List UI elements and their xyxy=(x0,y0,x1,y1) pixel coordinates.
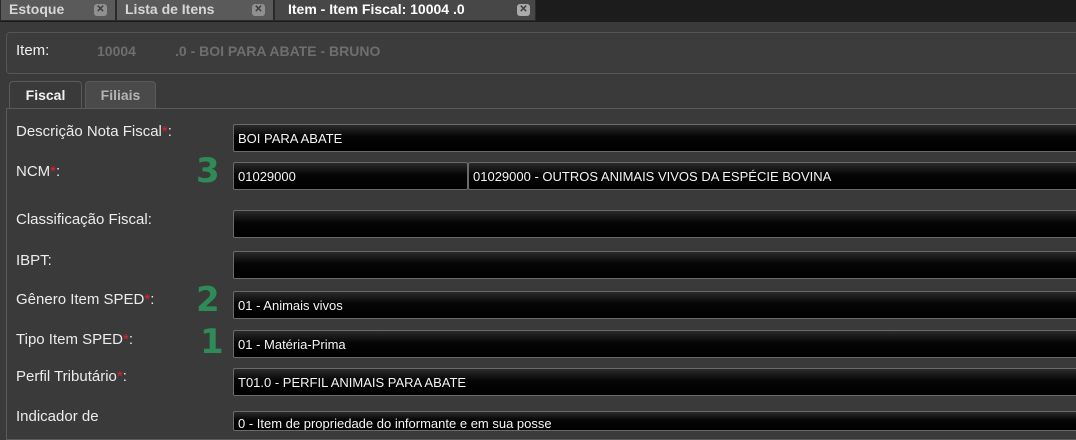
ncm-description-input[interactable]: 01029000 - OUTROS ANIMAIS VIVOS DA ESPÉC… xyxy=(468,162,1076,190)
tab-estoque[interactable]: Estoque ✕ xyxy=(0,0,116,21)
annotation-1: 1 xyxy=(200,322,224,362)
item-code: 10004 xyxy=(97,43,136,59)
ibpt-input[interactable] xyxy=(233,251,1076,279)
genero-item-sped-label: Gênero Item SPED*: xyxy=(16,291,155,308)
annotation-3: 3 xyxy=(196,151,220,191)
item-description: .0 - BOI PARA ABATE - BRUNO xyxy=(175,43,381,59)
classificacao-fiscal-input[interactable] xyxy=(233,210,1076,238)
close-icon[interactable]: ✕ xyxy=(94,4,107,16)
perfil-tributario-select[interactable]: T01.0 - PERFIL ANIMAIS PARA ABATE xyxy=(233,368,1076,396)
indicador-label: Indicador de xyxy=(16,408,99,425)
tab-filiais[interactable]: Filiais xyxy=(85,81,156,109)
genero-item-sped-select[interactable]: 01 - Animais vivos xyxy=(233,291,1076,319)
descricao-nota-fiscal-input[interactable]: BOI PARA ABATE xyxy=(233,124,1076,152)
descricao-label: Descrição Nota Fiscal*: xyxy=(16,123,172,140)
item-header: Item: 10004 .0 - BOI PARA ABATE - BRUNO xyxy=(6,32,1076,74)
ibpt-label: IBPT: xyxy=(16,252,52,269)
indicador-select[interactable]: 0 - Item de propriedade do informante e … xyxy=(233,411,1076,431)
document-tab-bar: Estoque ✕ Lista de Itens ✕ Item - Item F… xyxy=(0,0,1076,22)
tab-label: Estoque xyxy=(9,1,65,17)
tab-label: Lista de Itens xyxy=(125,1,215,17)
tab-label: Item - Item Fiscal: 10004 .0 xyxy=(288,1,465,17)
classificacao-fiscal-label: Classificação Fiscal: xyxy=(16,211,152,228)
ncm-code-input[interactable]: 01029000 xyxy=(233,162,468,190)
annotation-2: 2 xyxy=(196,280,220,320)
tab-lista-de-itens[interactable]: Lista de Itens ✕ xyxy=(116,0,274,21)
perfil-tributario-label: Perfil Tributário*: xyxy=(16,368,127,385)
close-icon[interactable]: ✕ xyxy=(517,4,530,16)
tab-item-fiscal[interactable]: Item - Item Fiscal: 10004 .0 ✕ xyxy=(274,0,536,21)
ncm-label: NCM*: xyxy=(16,163,61,180)
tipo-item-sped-label: Tipo Item SPED*: xyxy=(16,331,133,348)
tipo-item-sped-select[interactable]: 01 - Matéria-Prima xyxy=(233,330,1076,358)
tab-fiscal[interactable]: Fiscal xyxy=(9,81,82,109)
item-label: Item: xyxy=(16,42,50,59)
close-icon[interactable]: ✕ xyxy=(252,4,265,16)
